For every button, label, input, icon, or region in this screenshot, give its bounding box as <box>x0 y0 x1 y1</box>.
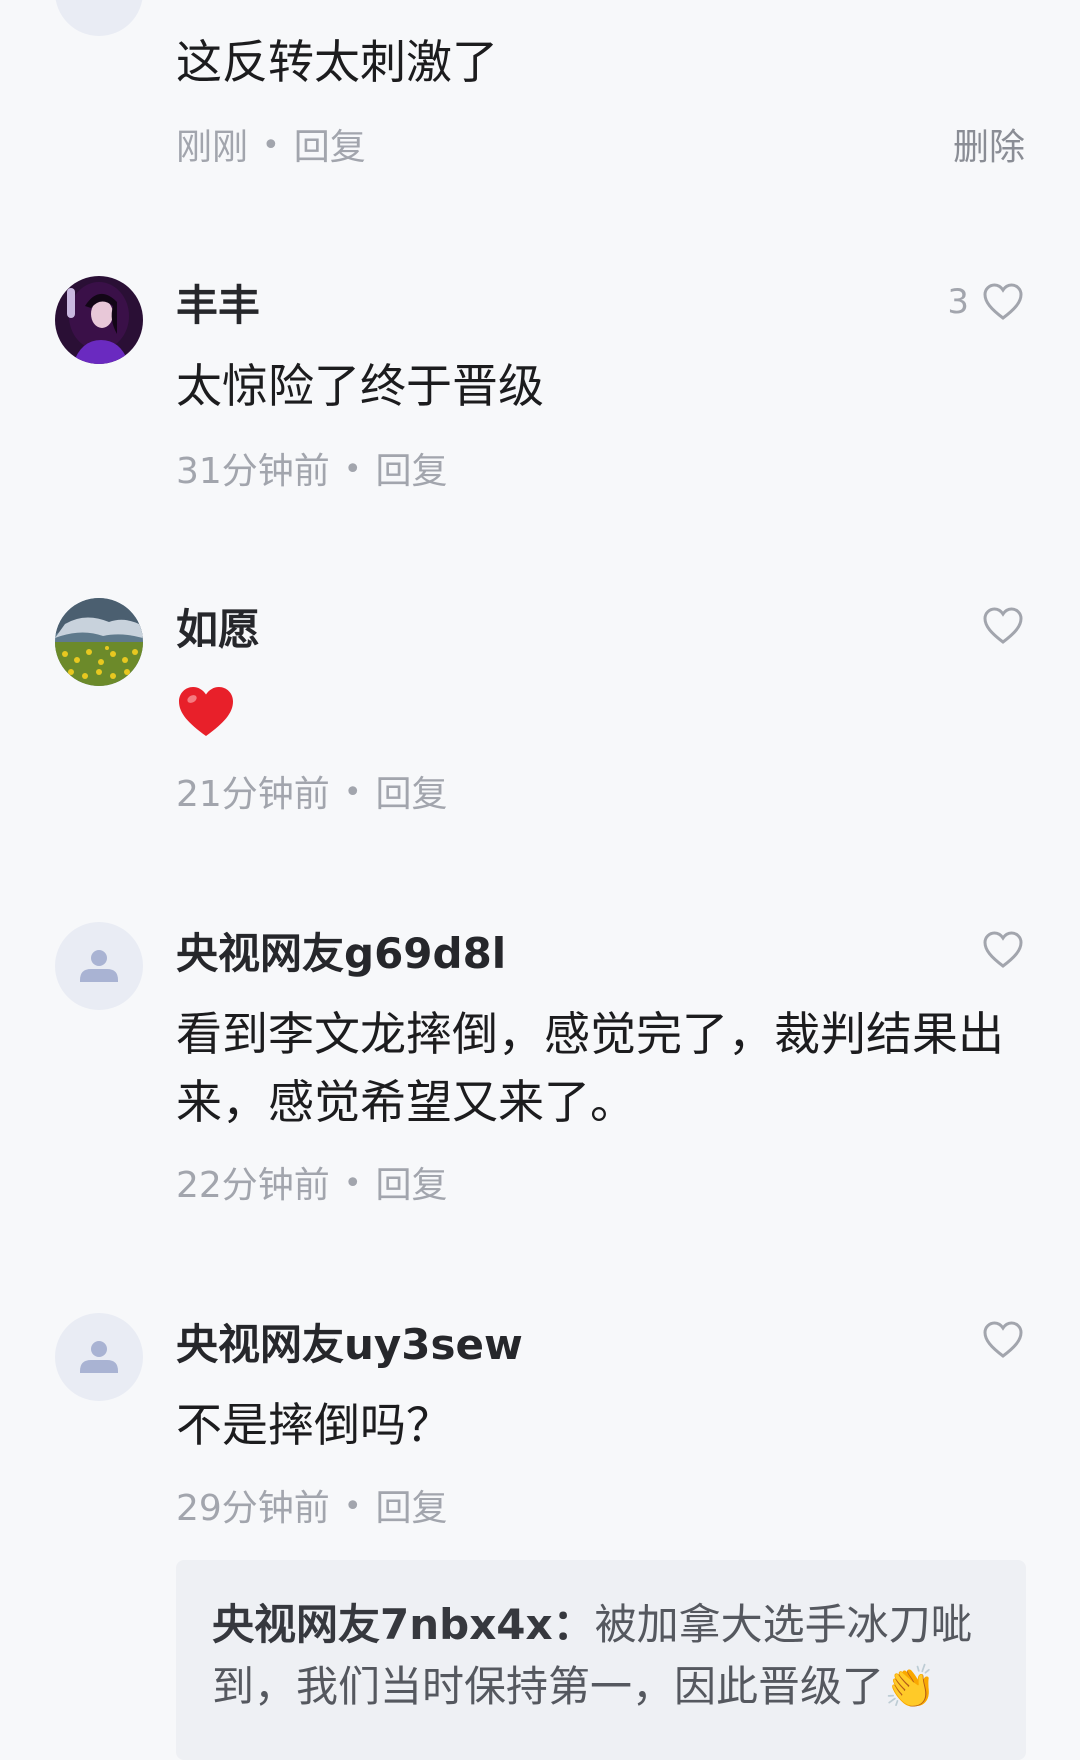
avatar-photo <box>55 276 143 364</box>
reply-button[interactable]: 回复 <box>294 127 366 168</box>
reply-button[interactable]: 回复 <box>376 774 448 815</box>
heart-outline-icon <box>983 607 1023 644</box>
user-silhouette-icon <box>80 1341 118 1373</box>
username[interactable]: 如愿 <box>176 596 260 657</box>
avatar[interactable] <box>55 0 143 36</box>
comment-text: 太惊险了终于晋级 <box>176 359 544 413</box>
avatar[interactable] <box>55 922 143 1010</box>
username[interactable]: 丰丰 <box>176 272 260 333</box>
comment-time: 22分钟前 <box>176 1165 330 1206</box>
comment-meta: 刚刚 • 回复 <box>176 118 366 170</box>
user-silhouette-icon <box>80 950 118 982</box>
reply-button[interactable]: 回复 <box>376 1165 448 1206</box>
comment-time: 31分钟前 <box>176 451 330 492</box>
sub-reply-box[interactable]: 央视网友7nbx4x：被加拿大选手冰刀呲到，我们当时保持第一，因此晋级了👏 <box>176 1560 1026 1760</box>
comment-text: 这反转太刺激了 <box>176 35 498 89</box>
avatar[interactable] <box>55 598 143 686</box>
avatar[interactable] <box>55 1313 143 1401</box>
comment-text: 不是摔倒吗？ <box>176 1398 452 1452</box>
like-count: 3 <box>947 282 969 322</box>
heart-outline-icon <box>983 283 1023 320</box>
like-button[interactable] <box>981 1318 1025 1362</box>
comment-meta: 29分钟前 • 回复 <box>176 1479 448 1531</box>
sub-reply-username[interactable]: 央视网友7nbx4x： <box>212 1600 595 1649</box>
separator-dot: • <box>343 1489 362 1524</box>
like-button[interactable]: 3 <box>947 280 1025 324</box>
like-button[interactable] <box>981 604 1025 648</box>
comment-time: 29分钟前 <box>176 1488 330 1529</box>
username[interactable]: 央视网友uy3sew <box>176 1311 523 1372</box>
delete-button[interactable]: 删除 <box>953 118 1025 170</box>
comment-meta: 21分钟前 • 回复 <box>176 765 448 817</box>
separator-dot: • <box>343 775 362 810</box>
heart-outline-icon <box>983 1321 1023 1358</box>
reply-button[interactable]: 回复 <box>376 451 448 492</box>
avatar-photo <box>55 598 143 686</box>
comment-time: 21分钟前 <box>176 774 330 815</box>
comment-text: 看到李文龙摔倒，感觉完了，裁判结果出来，感觉希望又来了。 <box>176 1007 1004 1129</box>
emoji-heart <box>176 684 236 740</box>
comment-meta: 22分钟前 • 回复 <box>176 1156 448 1208</box>
separator-dot: • <box>343 1166 362 1201</box>
username[interactable]: 央视网友g69d8l <box>176 920 506 981</box>
red-heart-icon <box>179 687 233 736</box>
separator-dot: • <box>343 452 362 487</box>
heart-outline-icon <box>983 931 1023 968</box>
avatar[interactable] <box>55 276 143 364</box>
sub-reply-content: 央视网友7nbx4x：被加拿大选手冰刀呲到，我们当时保持第一，因此晋级了👏 <box>212 1594 1002 1718</box>
separator-dot: • <box>262 128 280 163</box>
comment-time: 刚刚 <box>176 127 249 168</box>
like-button[interactable] <box>981 928 1025 972</box>
reply-button[interactable]: 回复 <box>376 1488 448 1529</box>
comment-meta: 31分钟前 • 回复 <box>176 442 448 494</box>
